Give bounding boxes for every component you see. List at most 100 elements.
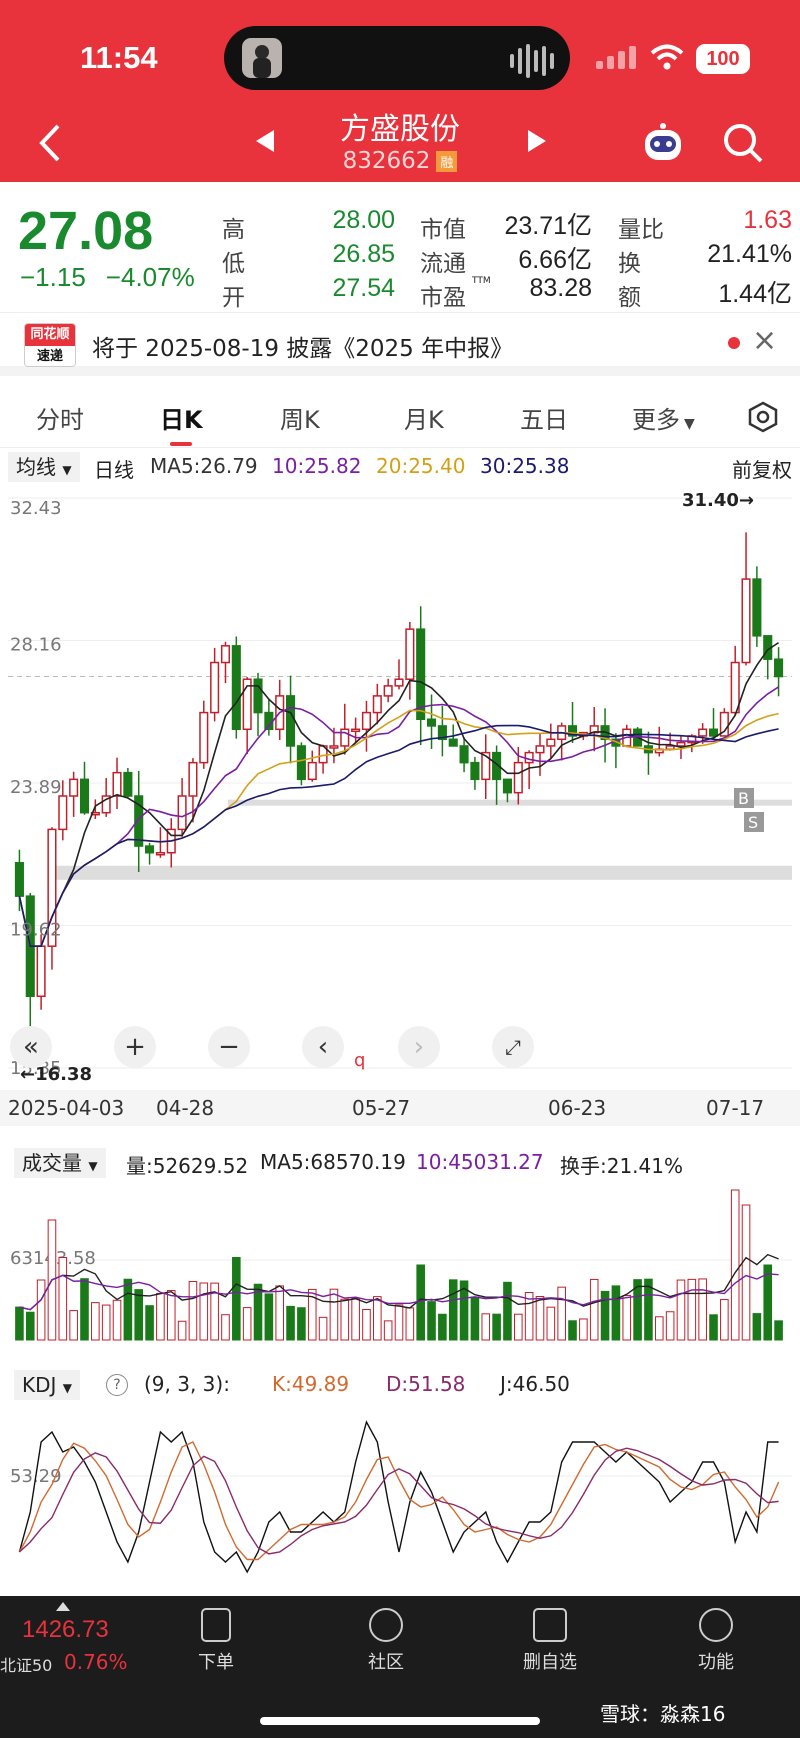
dynamic-island[interactable] — [224, 26, 570, 90]
expand-up-icon[interactable] — [56, 1602, 70, 1611]
volume-bar — [58, 1257, 68, 1341]
y-axis-label: 19.62 — [10, 920, 62, 941]
volume-bar — [36, 1279, 46, 1341]
zoom-out-all-button[interactable]: « — [10, 1026, 52, 1068]
volume-turnover: 换手:21.41% — [560, 1154, 683, 1178]
tab-five-day[interactable]: 五日 — [520, 400, 568, 435]
volume-bar — [698, 1278, 707, 1341]
candle-body — [69, 778, 79, 797]
candle-body — [698, 728, 708, 737]
ma-line — [18, 724, 779, 947]
volume-selector[interactable]: 成交量 ▼ — [14, 1148, 106, 1178]
zoom-in-button[interactable]: + — [114, 1026, 156, 1068]
audio-wave-icon — [510, 44, 554, 78]
volume-bar — [69, 1310, 78, 1341]
margin-badge: 融 — [436, 151, 458, 172]
order-doc-icon — [201, 1608, 231, 1642]
tab-monthly-k[interactable]: 月K — [404, 400, 444, 435]
back-icon[interactable] — [38, 124, 62, 162]
community-button[interactable]: 社区 — [346, 1608, 426, 1674]
kdj-chart[interactable]: 53.29 — [8, 1402, 792, 1582]
adjust-mode[interactable]: 前复权 — [732, 454, 792, 483]
close-news-button[interactable]: × — [752, 323, 777, 358]
period-tabs: 分时 日K 周K 月K 五日 更多 ▼ — [0, 386, 800, 448]
price-change: −1.15 −4.07% — [20, 262, 195, 293]
volume-bar — [25, 1311, 35, 1341]
candle-body — [405, 628, 415, 680]
candle-body — [741, 578, 751, 664]
order-button[interactable]: 下单 — [176, 1608, 256, 1674]
zoom-out-button[interactable]: − — [208, 1026, 250, 1068]
signal-icon — [596, 46, 636, 69]
wifi-icon — [650, 44, 684, 70]
logo-top-text: 同花顺 — [25, 324, 75, 346]
candle-body — [372, 695, 382, 714]
search-icon[interactable] — [722, 122, 764, 164]
ths-logo: 同花顺 速递 — [24, 323, 76, 367]
volume-value: 量:52629.52 — [126, 1154, 249, 1178]
fullscreen-button[interactable]: ⤢ — [492, 1026, 534, 1068]
settings-hexagon-icon[interactable] — [746, 400, 780, 434]
volume-chart[interactable]: 63143.58 — [8, 1180, 792, 1350]
candle-body — [231, 645, 241, 731]
candle-body — [14, 862, 24, 897]
volume-bar — [438, 1313, 447, 1341]
volume-bar — [156, 1292, 165, 1341]
help-icon[interactable]: ? — [106, 1374, 128, 1396]
tab-daily-k[interactable]: 日K — [160, 400, 203, 435]
community-star-icon — [369, 1608, 403, 1642]
volume-bar — [546, 1306, 556, 1341]
tab-intraday[interactable]: 分时 — [36, 400, 84, 435]
volume-bar — [242, 1307, 252, 1341]
volume-bar — [448, 1279, 458, 1341]
volume-bar — [427, 1301, 436, 1341]
stock-code-line: 832662 融 — [300, 148, 500, 174]
robot-assistant-icon[interactable] — [640, 120, 686, 166]
volume-legend: 成交量 ▼ 量:52629.52 MA5:68570.19 10:45031.2… — [8, 1148, 792, 1178]
volume-bar — [177, 1320, 187, 1341]
candlestick-chart[interactable]: 32.4328.1623.8919.6215.3531.40→←16.38BSq — [8, 486, 792, 1086]
volume-bar — [665, 1311, 675, 1341]
candle-body — [177, 795, 187, 831]
tab-more[interactable]: 更多 ▼ — [632, 400, 695, 435]
volume-bar — [286, 1305, 295, 1341]
news-banner[interactable]: 同花顺 速递 将于 2025-08-19 披露《2025 年中报》 × — [0, 312, 800, 376]
candle-body — [774, 658, 784, 678]
scroll-left-button[interactable]: ‹ — [302, 1026, 344, 1068]
candle-body — [470, 761, 480, 781]
kdj-selector[interactable]: KDJ ▼ — [14, 1370, 81, 1400]
x-axis-label: 06-23 — [548, 1096, 607, 1120]
support-band — [228, 799, 792, 806]
candle-body — [426, 718, 437, 727]
volume-bar — [275, 1285, 284, 1341]
remove-watchlist-button[interactable]: 删自选 — [510, 1608, 590, 1674]
volume-bar — [362, 1308, 371, 1341]
app-header: 11:54 100 方盛股份 832662 融 — [0, 0, 800, 182]
volume-bar — [340, 1298, 350, 1341]
index-name: 北证50 — [0, 1656, 53, 1675]
unread-dot — [728, 337, 740, 349]
volume-bar — [730, 1189, 740, 1341]
ma-selector[interactable]: 均线 ▼ — [8, 452, 80, 482]
index-percent: 0.76% — [64, 1650, 128, 1674]
functions-button[interactable]: 功能 — [676, 1608, 756, 1674]
tab-weekly-k[interactable]: 周K — [280, 400, 320, 435]
volume-bar — [535, 1295, 545, 1341]
candle-body — [123, 771, 133, 797]
candle-body — [546, 738, 556, 747]
candle-body — [383, 685, 393, 697]
volume-ma10: 10:45031.27 — [416, 1150, 544, 1174]
prev-stock-icon[interactable] — [254, 128, 276, 154]
scroll-right-button[interactable]: › — [398, 1026, 440, 1068]
x-axis-label: 07-17 — [706, 1096, 765, 1120]
index-value[interactable]: 1426.73 — [22, 1616, 109, 1644]
candle-body — [220, 645, 231, 664]
candle-body — [145, 845, 155, 854]
status-time: 11:54 — [80, 40, 158, 75]
next-stock-icon[interactable] — [526, 128, 548, 154]
volume-bar — [373, 1296, 382, 1341]
remove-watchlist-label: 删自选 — [523, 1652, 577, 1673]
candle-body — [394, 678, 404, 687]
quote-value: 83.28 — [529, 274, 592, 302]
y-axis-label: 28.16 — [10, 635, 62, 656]
